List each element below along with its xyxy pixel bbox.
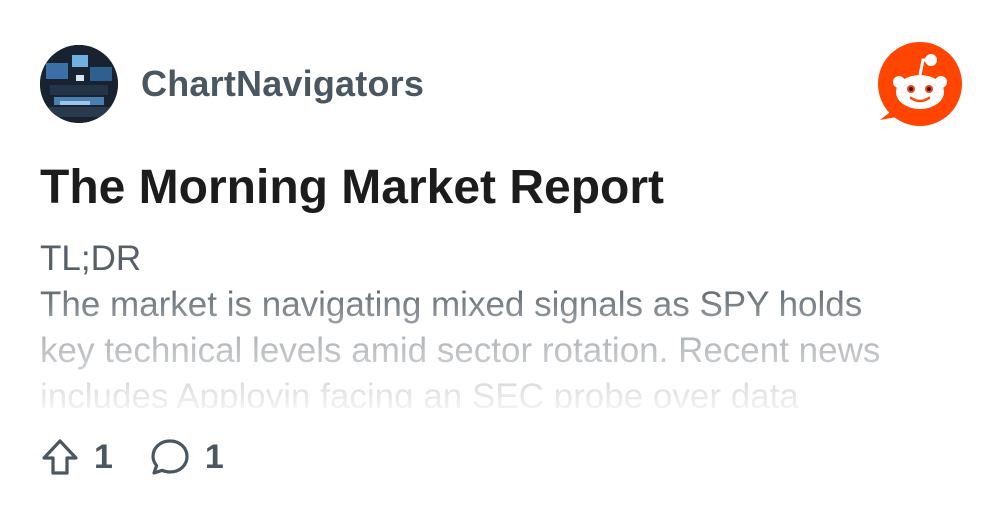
post-title[interactable]: The Morning Market Report xyxy=(40,160,664,215)
comment-count: 1 xyxy=(204,437,224,476)
avatar-image xyxy=(40,45,118,123)
post-body-line: key technical levels amid sector rotatio… xyxy=(40,331,881,370)
author-avatar[interactable] xyxy=(40,45,118,123)
upvote-arrow-icon[interactable] xyxy=(40,437,80,477)
post-body[interactable]: TL;DR The market is navigating mixed sig… xyxy=(40,236,970,408)
post-header: ChartNavigators xyxy=(40,44,424,124)
comments-button[interactable]: 1 xyxy=(149,437,224,477)
reddit-logo-icon[interactable] xyxy=(876,40,964,128)
post-body-line: The market is navigating mixed signals a… xyxy=(40,285,863,324)
author-name[interactable]: ChartNavigators xyxy=(141,63,424,105)
post-actions: 1 1 xyxy=(40,434,260,480)
upvote-button[interactable]: 1 xyxy=(40,437,113,477)
upvote-count: 1 xyxy=(94,437,113,476)
post-body-line: includes Applovin facing an SEC probe ov… xyxy=(40,377,799,408)
comment-bubble-icon[interactable] xyxy=(149,437,191,477)
post-body-line: TL;DR xyxy=(40,239,142,278)
post-card[interactable]: ChartNavigators The Morning Market Repor… xyxy=(0,0,1000,521)
